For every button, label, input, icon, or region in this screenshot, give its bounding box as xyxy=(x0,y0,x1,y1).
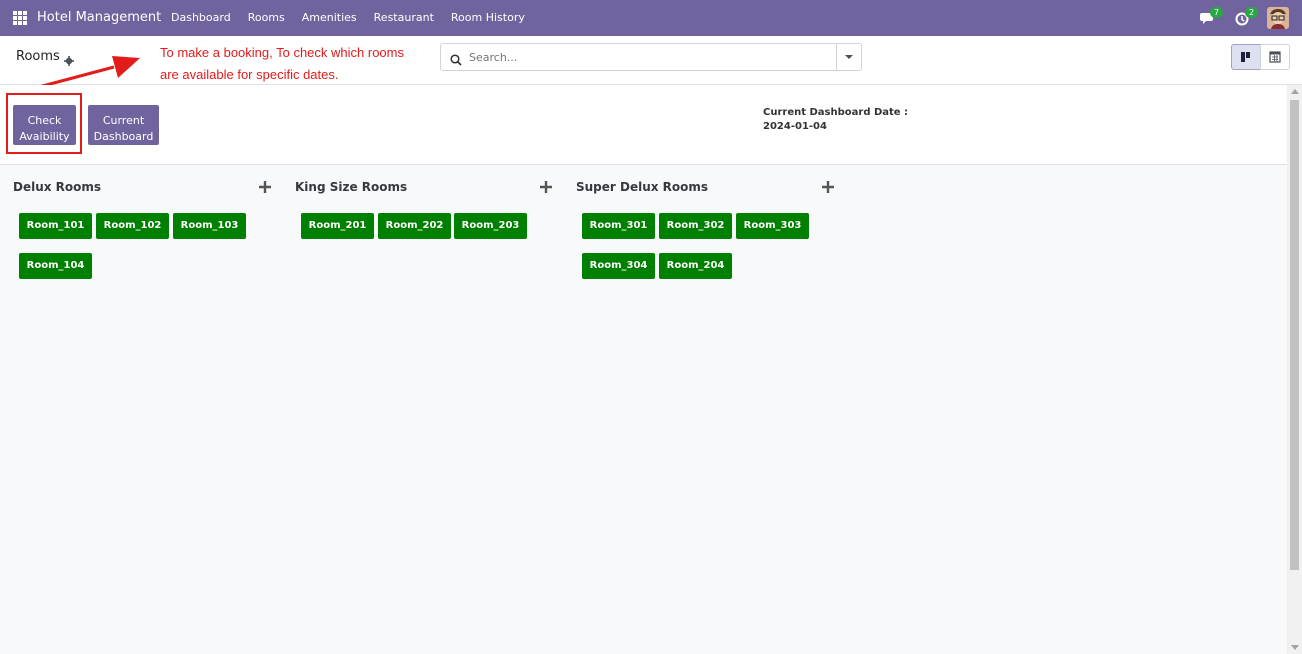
app-brand[interactable]: Hotel Management xyxy=(37,10,161,25)
menu-item-dashboard[interactable]: Dashboard xyxy=(171,11,231,24)
room-button[interactable]: Room_204 xyxy=(659,253,732,279)
annotation-line-1: To make a booking, To check which rooms xyxy=(160,45,404,60)
scroll-up-icon[interactable] xyxy=(1291,89,1299,94)
room-button[interactable]: Room_101 xyxy=(19,213,92,239)
user-avatar[interactable] xyxy=(1267,7,1289,29)
add-room-icon[interactable] xyxy=(822,181,834,193)
chat-icon[interactable]: 7 xyxy=(1200,7,1224,28)
room-button[interactable]: Room_102 xyxy=(96,213,169,239)
dashboard-date-value: 2024-01-04 xyxy=(763,121,827,132)
help-annotation: To make a booking, To check which rooms … xyxy=(160,42,435,86)
menu-item-restaurant[interactable]: Restaurant xyxy=(374,11,434,24)
search-options-toggle[interactable] xyxy=(836,44,861,70)
menu-item-rooms[interactable]: Rooms xyxy=(248,11,285,24)
dashboard-toolbar: Check Avaibility Current Dashboard Curre… xyxy=(0,85,1287,165)
room-button[interactable]: Room_103 xyxy=(173,213,246,239)
dashboard-label-line-2: Dashboard xyxy=(93,130,154,143)
check-label-line-1: Check xyxy=(27,114,62,127)
kanban-icon xyxy=(1241,52,1250,62)
group-title: King Size Rooms xyxy=(295,180,408,194)
menu-item-room-history[interactable]: Room History xyxy=(451,11,525,24)
scroll-thumb[interactable] xyxy=(1290,100,1299,570)
search-bar[interactable] xyxy=(440,43,862,71)
chat-badge: 7 xyxy=(1210,7,1224,18)
top-navbar: Hotel Management Dashboard Rooms Ameniti… xyxy=(0,0,1302,36)
chevron-down-icon xyxy=(845,55,853,59)
check-label-line-2: Avaibility xyxy=(19,130,70,143)
kanban-view-button[interactable] xyxy=(1231,44,1261,70)
room-button[interactable]: Room_304 xyxy=(582,253,655,279)
dashboard-label-line-1: Current xyxy=(102,114,145,127)
room-button[interactable]: Room_104 xyxy=(19,253,92,279)
annotation-line-2: are available for specific dates. xyxy=(160,67,339,82)
main-menu: Dashboard Rooms Amenities Restaurant Roo… xyxy=(171,11,542,24)
menu-item-amenities[interactable]: Amenities xyxy=(302,11,357,24)
room-button[interactable]: Room_302 xyxy=(659,213,732,239)
check-availability-button[interactable]: Check Avaibility xyxy=(13,105,76,145)
add-room-icon[interactable] xyxy=(540,181,552,193)
current-dashboard-button[interactable]: Current Dashboard xyxy=(88,105,159,145)
calendar-view-button[interactable] xyxy=(1260,44,1290,70)
room-button[interactable]: Room_303 xyxy=(736,213,809,239)
dashboard-date-label: Current Dashboard Date : xyxy=(763,107,909,118)
scroll-down-icon[interactable] xyxy=(1291,645,1299,650)
control-panel: Rooms To make a booking, To check which … xyxy=(0,36,1302,85)
room-button[interactable]: Room_201 xyxy=(301,213,374,239)
add-room-icon[interactable] xyxy=(259,181,271,193)
room-button[interactable]: Room_301 xyxy=(582,213,655,239)
search-icon xyxy=(450,51,462,66)
group-title: Super Delux Rooms xyxy=(576,180,709,194)
room-button[interactable]: Room_202 xyxy=(378,213,451,239)
room-button[interactable]: Room_203 xyxy=(454,213,527,239)
search-input[interactable] xyxy=(469,48,829,66)
group-title: Delux Rooms xyxy=(13,180,102,194)
vertical-scrollbar[interactable] xyxy=(1287,85,1302,654)
apps-grid-icon[interactable] xyxy=(13,11,27,25)
activity-clock-icon[interactable]: 2 xyxy=(1235,7,1259,28)
calendar-icon xyxy=(1269,51,1281,63)
activity-badge: 2 xyxy=(1245,7,1259,18)
